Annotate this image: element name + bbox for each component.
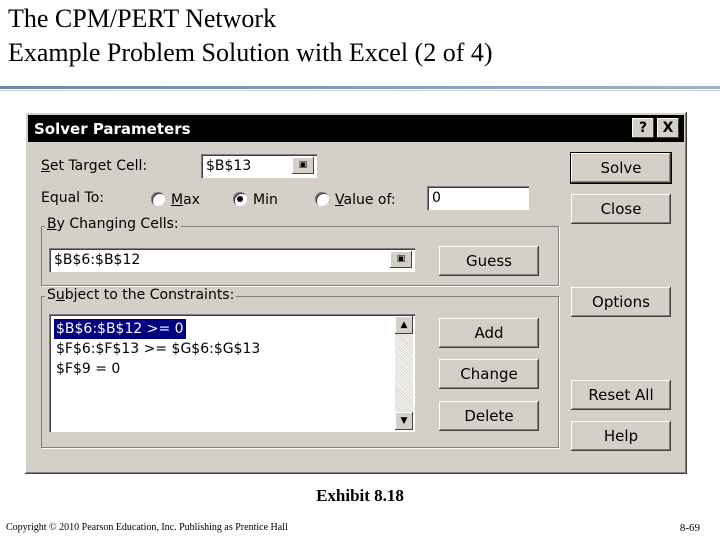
title-divider xyxy=(0,86,720,89)
constraints-scrollbar[interactable]: ▲ ▼ xyxy=(395,316,413,430)
collapse-dialog-icon[interactable]: ▣ xyxy=(390,251,412,268)
value-of-input[interactable]: 0 xyxy=(427,186,529,210)
solve-button[interactable]: Solve xyxy=(570,152,672,184)
reset-all-button[interactable]: Reset All xyxy=(571,380,671,410)
change-button[interactable]: Change xyxy=(439,359,539,389)
help-button[interactable]: Help xyxy=(571,421,671,451)
delete-button[interactable]: Delete xyxy=(439,401,539,431)
guess-button[interactable]: Guess xyxy=(439,246,539,276)
radio-min-label: Min xyxy=(253,192,278,208)
scroll-down-icon[interactable]: ▼ xyxy=(395,412,413,430)
close-button[interactable]: Close xyxy=(571,194,671,224)
constraint-item[interactable]: $F$6:$F$13 >= $G$6:$G$13 xyxy=(54,339,262,359)
radio-max-label: Max xyxy=(171,192,200,208)
constraint-item[interactable]: $F$9 = 0 xyxy=(54,359,122,379)
changing-cells-label: By Changing Cells: xyxy=(45,216,181,232)
slide-title-line-2: Example Problem Solution with Excel (2 o… xyxy=(8,38,493,67)
title-divider-shadow xyxy=(0,90,720,91)
solver-parameters-dialog: Solver Parameters ? X Set Target Cell: $… xyxy=(25,112,687,474)
changing-cells-input[interactable]: $B$6:$B$12 ▣ xyxy=(49,248,415,272)
slide-title-line-1: The CPM/PERT Network xyxy=(8,4,277,33)
radio-value-of-label: Value of: xyxy=(335,192,396,208)
target-cell-label: Set Target Cell: xyxy=(41,158,148,174)
close-icon[interactable]: X xyxy=(657,118,679,138)
radio-min[interactable] xyxy=(233,192,247,206)
page-number: 8-69 xyxy=(679,522,700,534)
radio-max[interactable] xyxy=(151,192,165,206)
collapse-dialog-icon[interactable]: ▣ xyxy=(292,157,314,174)
target-cell-input[interactable]: $B$13 ▣ xyxy=(201,154,317,178)
equal-to-label: Equal To: xyxy=(41,190,104,206)
constraints-label: Subject to the Constraints: xyxy=(45,287,237,303)
constraint-item[interactable]: $B$6:$B$12 >= 0 xyxy=(54,319,186,339)
slide-title: The CPM/PERT Network Example Problem Sol… xyxy=(8,2,493,70)
changing-cells-value: $B$6:$B$12 xyxy=(54,252,141,268)
radio-value-of[interactable] xyxy=(315,192,329,206)
scroll-up-icon[interactable]: ▲ xyxy=(395,316,413,334)
constraints-listbox[interactable]: $B$6:$B$12 >= 0 $F$6:$F$13 >= $G$6:$G$13… xyxy=(49,314,415,432)
dialog-titlebar[interactable]: Solver Parameters ? X xyxy=(28,115,684,142)
exhibit-caption: Exhibit 8.18 xyxy=(316,486,404,505)
dialog-title: Solver Parameters xyxy=(34,120,191,138)
copyright-footer: Copyright © 2010 Pearson Education, Inc.… xyxy=(6,522,288,533)
options-button[interactable]: Options xyxy=(571,287,671,317)
help-icon[interactable]: ? xyxy=(632,118,654,138)
add-button[interactable]: Add xyxy=(439,318,539,348)
target-cell-value: $B$13 xyxy=(206,158,252,174)
